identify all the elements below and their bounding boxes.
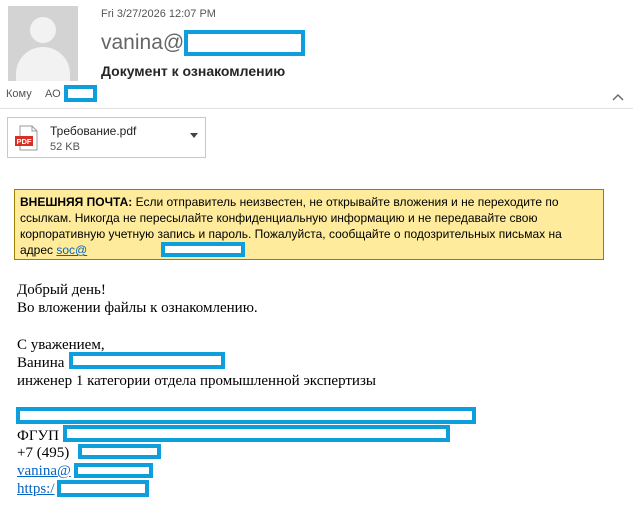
redaction-box (16, 407, 476, 424)
signature-org: ФГУП (17, 428, 59, 444)
attachment-size: 52 KB (50, 141, 80, 153)
redaction-box (69, 352, 225, 369)
redaction-box (63, 425, 450, 442)
redaction-box (74, 463, 153, 478)
greeting: Добрый день! (17, 282, 106, 298)
avatar-body (16, 47, 70, 81)
attachment-name: Требование.pdf (50, 124, 137, 138)
svg-text:PDF: PDF (17, 137, 32, 146)
chevron-down-icon[interactable] (190, 133, 198, 138)
body-line: Во вложении файлы к ознакомлению. (17, 300, 258, 316)
signature-phone: +7 (495) (17, 445, 70, 461)
redaction-box (184, 30, 305, 56)
avatar-head (30, 17, 56, 43)
chevron-up-icon[interactable] (612, 93, 624, 101)
redaction-box (161, 242, 245, 257)
pdf-icon: PDF (15, 125, 38, 151)
to-recipient[interactable]: АО (45, 88, 61, 100)
header-divider (0, 108, 633, 109)
signature-email-link[interactable]: vanina@ (17, 462, 71, 480)
email-subject: Документ к ознакомлению (101, 63, 286, 79)
external-mail-warning: ВНЕШНЯЯ ПОЧТА: Если отправитель неизвест… (14, 189, 604, 260)
sender-address[interactable]: vanina@ (101, 31, 184, 55)
sender-avatar (8, 6, 78, 81)
warning-label: ВНЕШНЯЯ ПОЧТА: (20, 195, 133, 209)
redaction-box (78, 444, 161, 459)
redaction-box (64, 85, 97, 102)
signature-name: Ванина (17, 355, 65, 371)
signature-position: инженер 1 категории отдела промышленной … (17, 373, 376, 389)
to-label: Кому (6, 88, 32, 100)
attachment-item[interactable]: PDF Требование.pdf 52 KB (7, 117, 206, 158)
signature-website-link[interactable]: https:/ (17, 480, 55, 498)
email-date: Fri 3/27/2026 12:07 PM (101, 8, 216, 20)
soc-email-link[interactable]: soc@ (56, 243, 87, 257)
redaction-box (57, 480, 149, 497)
